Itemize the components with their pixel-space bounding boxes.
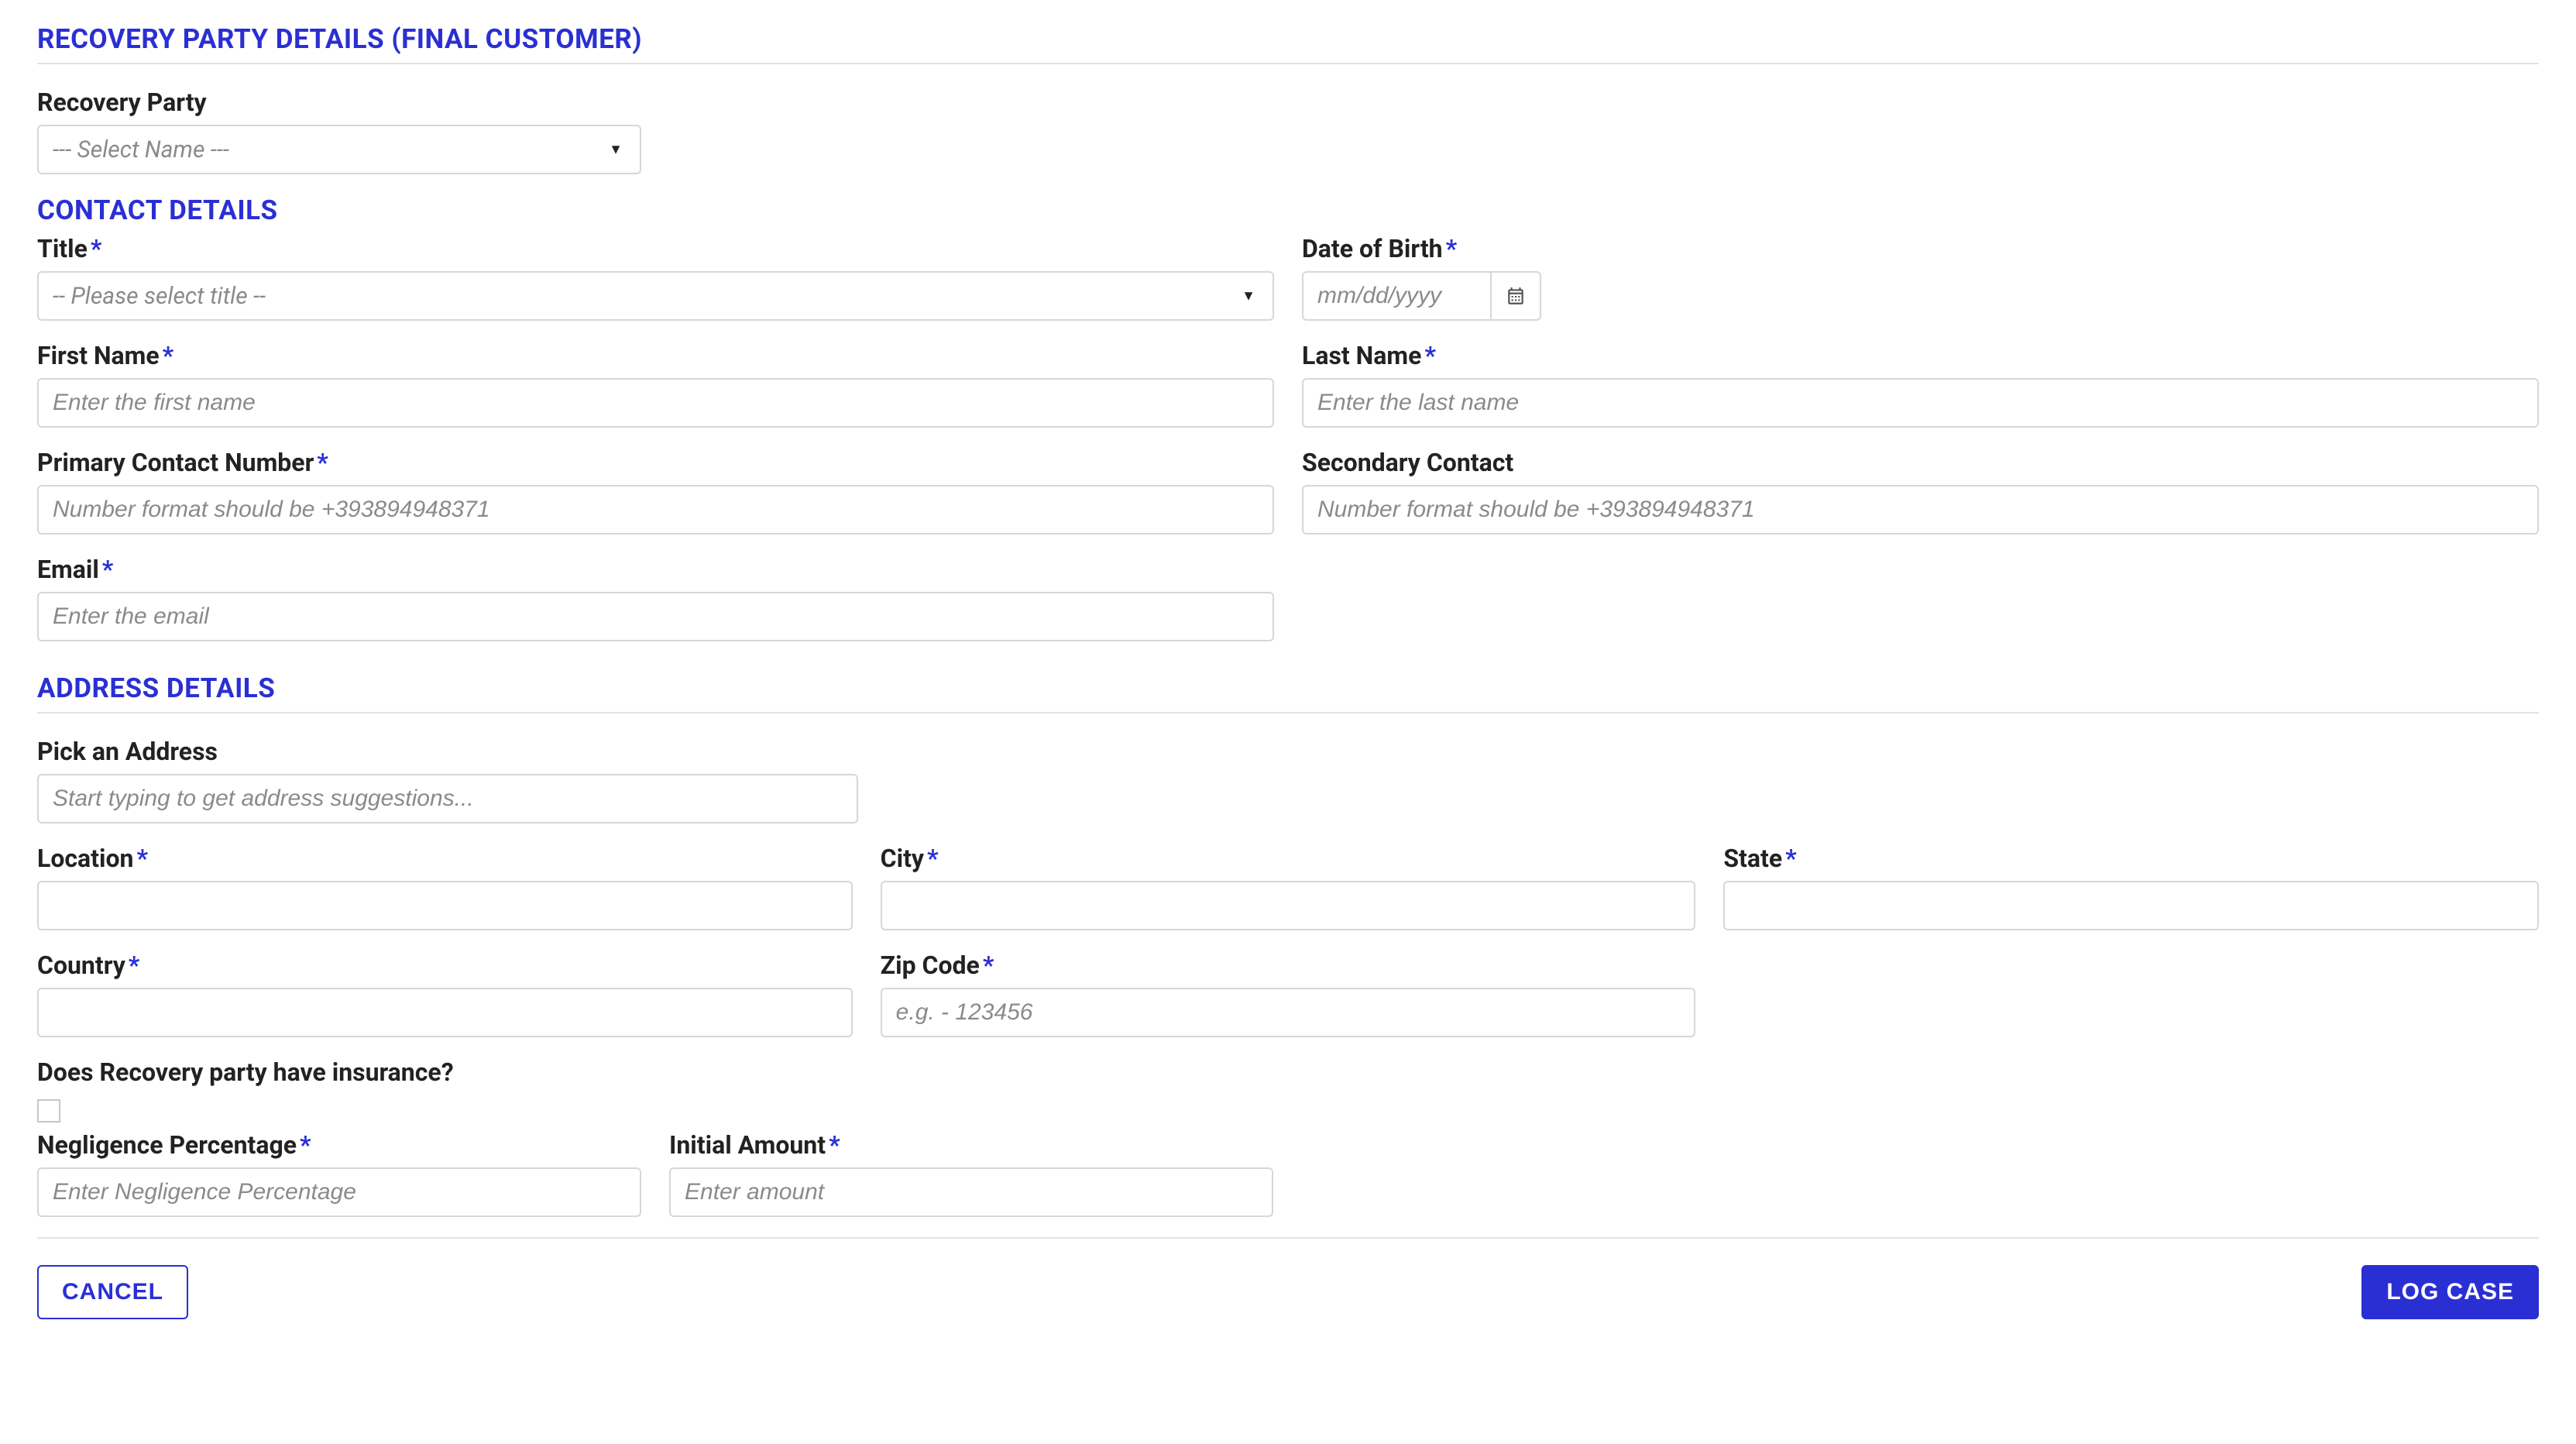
field-negligence: Negligence Percentage* xyxy=(37,1130,641,1217)
label-initial-amount: Initial Amount* xyxy=(669,1130,1273,1160)
label-location-text: Location xyxy=(37,844,133,873)
label-location: Location* xyxy=(37,844,853,873)
required-mark: * xyxy=(927,844,939,873)
dob-input[interactable] xyxy=(1302,271,1492,321)
section-title-contact: CONTACT DETAILS xyxy=(37,194,2539,226)
field-last-name: Last Name* xyxy=(1302,341,2539,428)
label-title: Title* xyxy=(37,234,1274,263)
required-mark: * xyxy=(102,555,114,584)
primary-contact-input[interactable] xyxy=(37,485,1274,535)
calendar-button[interactable] xyxy=(1492,271,1541,321)
city-input[interactable] xyxy=(881,881,1696,930)
last-name-input[interactable] xyxy=(1302,378,2539,428)
label-email: Email* xyxy=(37,555,1274,584)
divider xyxy=(37,63,2539,64)
insurance-checkbox[interactable] xyxy=(37,1099,60,1123)
email-input[interactable] xyxy=(37,592,1274,641)
field-pick-address: Pick an Address xyxy=(37,737,858,823)
log-case-button[interactable]: LOG CASE xyxy=(2361,1265,2539,1319)
initial-amount-input[interactable] xyxy=(669,1167,1273,1217)
field-first-name: First Name* xyxy=(37,341,1274,428)
location-input[interactable] xyxy=(37,881,853,930)
section-title-address: ADDRESS DETAILS xyxy=(37,672,2539,704)
required-mark: * xyxy=(300,1130,311,1160)
label-title-text: Title xyxy=(37,234,88,263)
required-mark: * xyxy=(163,341,174,370)
secondary-contact-input[interactable] xyxy=(1302,485,2539,535)
calendar-icon xyxy=(1506,286,1526,306)
pick-address-input[interactable] xyxy=(37,774,858,823)
label-city: City* xyxy=(881,844,1696,873)
label-initial-amount-text: Initial Amount xyxy=(669,1130,826,1160)
label-last-name-text: Last Name xyxy=(1302,341,1421,370)
field-state: State* xyxy=(1723,844,2539,930)
label-state-text: State xyxy=(1723,844,1782,873)
recovery-party-select-placeholder: --- Select Name --- xyxy=(53,136,229,163)
field-city: City* xyxy=(881,844,1696,930)
field-zip: Zip Code* xyxy=(881,951,1696,1037)
required-mark: * xyxy=(1424,341,1436,370)
label-zip: Zip Code* xyxy=(881,951,1696,980)
field-title: Title* -- Please select title -- ▼ xyxy=(37,234,1274,321)
footer-actions: CANCEL LOG CASE xyxy=(37,1237,2539,1319)
spacer xyxy=(1302,555,2539,641)
required-mark: * xyxy=(1785,844,1797,873)
zip-input[interactable] xyxy=(881,988,1696,1037)
label-city-text: City xyxy=(881,844,924,873)
label-country: Country* xyxy=(37,951,853,980)
recovery-party-select[interactable]: --- Select Name --- ▼ xyxy=(37,125,641,174)
label-first-name-text: First Name xyxy=(37,341,160,370)
negligence-input[interactable] xyxy=(37,1167,641,1217)
section-title-recovery-party: RECOVERY PARTY DETAILS (FINAL CUSTOMER) xyxy=(37,23,2539,55)
required-mark: * xyxy=(829,1130,840,1160)
first-name-input[interactable] xyxy=(37,378,1274,428)
field-country: Country* xyxy=(37,951,853,1037)
label-country-text: Country xyxy=(37,951,125,980)
title-select[interactable]: -- Please select title -- ▼ xyxy=(37,271,1274,321)
chevron-down-icon: ▼ xyxy=(609,142,623,158)
field-initial-amount: Initial Amount* xyxy=(669,1130,1273,1217)
label-recovery-party: Recovery Party xyxy=(37,88,641,117)
field-recovery-party: Recovery Party --- Select Name --- ▼ xyxy=(37,88,641,174)
cancel-button[interactable]: CANCEL xyxy=(37,1265,188,1319)
field-dob: Date of Birth* xyxy=(1302,234,2539,321)
required-mark: * xyxy=(983,951,994,980)
label-negligence: Negligence Percentage* xyxy=(37,1130,641,1160)
label-last-name: Last Name* xyxy=(1302,341,2539,370)
label-secondary-contact: Secondary Contact xyxy=(1302,448,2539,477)
field-insurance: Does Recovery party have insurance? xyxy=(37,1057,454,1123)
label-pick-address: Pick an Address xyxy=(37,737,858,766)
required-mark: * xyxy=(129,951,140,980)
label-insurance: Does Recovery party have insurance? xyxy=(37,1057,454,1087)
required-mark: * xyxy=(1446,234,1458,263)
label-email-text: Email xyxy=(37,555,99,584)
label-dob-text: Date of Birth xyxy=(1302,234,1443,263)
required-mark: * xyxy=(91,234,102,263)
required-mark: * xyxy=(317,448,328,477)
country-input[interactable] xyxy=(37,988,853,1037)
field-primary-contact: Primary Contact Number* xyxy=(37,448,1274,535)
field-secondary-contact: Secondary Contact xyxy=(1302,448,2539,535)
field-location: Location* xyxy=(37,844,853,930)
label-dob: Date of Birth* xyxy=(1302,234,2539,263)
label-first-name: First Name* xyxy=(37,341,1274,370)
chevron-down-icon: ▼ xyxy=(1242,288,1255,304)
label-primary-contact: Primary Contact Number* xyxy=(37,448,1274,477)
label-zip-text: Zip Code xyxy=(881,951,980,980)
label-negligence-text: Negligence Percentage xyxy=(37,1130,297,1160)
field-email: Email* xyxy=(37,555,1274,641)
label-state: State* xyxy=(1723,844,2539,873)
title-select-placeholder: -- Please select title -- xyxy=(53,283,266,310)
required-mark: * xyxy=(136,844,148,873)
label-primary-contact-text: Primary Contact Number xyxy=(37,448,314,477)
spacer xyxy=(1723,951,2539,1037)
state-input[interactable] xyxy=(1723,881,2539,930)
divider xyxy=(37,712,2539,713)
